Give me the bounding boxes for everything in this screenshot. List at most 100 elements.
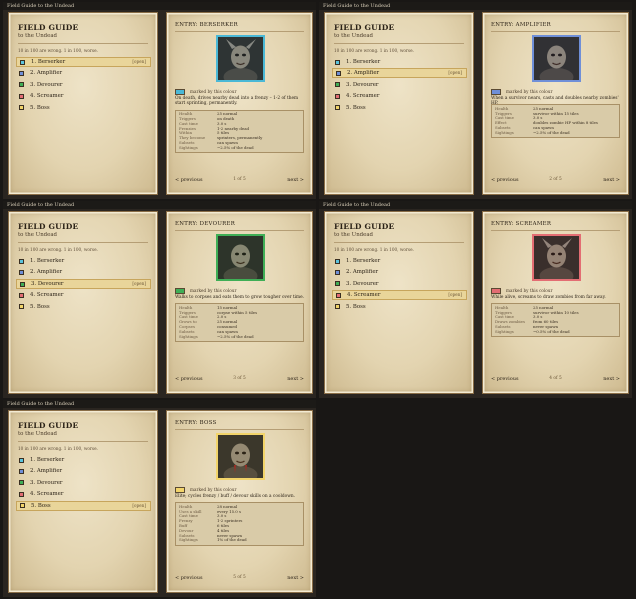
color-swatch (335, 258, 340, 264)
color-swatch (335, 105, 340, 111)
divider (491, 31, 620, 32)
stat-value: 1% of the dead (217, 537, 247, 543)
list-item[interactable]: 2. Amplifier (16, 68, 151, 78)
divider (175, 31, 304, 32)
list-item-label: 1. Berserker (30, 258, 65, 264)
stat-value: ~0.5% of the dead (533, 328, 570, 334)
list-item-label: 2. Amplifier (346, 269, 379, 276)
index-page: FIELD GUIDE to the Undead 10 in 100 are wr… (8, 12, 158, 195)
stats-table: Health 25 normal Triggers survivor within 1… (491, 104, 620, 139)
entry-list: 1. Berserker 2. Amplifier [open] 3. Devoure… (332, 57, 467, 114)
list-item[interactable]: 3. Devourer (16, 478, 151, 488)
list-item-label: 1. Berserker (346, 59, 381, 65)
zombie-portrait (216, 35, 265, 82)
index-page: FIELD GUIDE to the Undead 10 in 100 are wr… (8, 211, 158, 394)
guide-window: Field Guide to the Undead FIELD GUIDE to t… (3, 400, 316, 597)
stat-name: Sightings (179, 333, 198, 339)
stats-row: Sightings ~2.5% of the dead (495, 129, 616, 136)
list-item[interactable]: 3. Devourer (332, 279, 467, 289)
legend-text: marked by this colour (506, 288, 553, 293)
list-item[interactable]: 2. Amplifier (16, 267, 151, 277)
legend-text: marked by this colour (190, 288, 237, 293)
list-item-label: 4. Screamer (30, 491, 64, 498)
list-item[interactable]: 2. Amplifier (16, 466, 151, 476)
list-item-label: 3. Devourer (30, 479, 63, 486)
list-item[interactable]: 3. Devourer [open] (16, 278, 151, 289)
list-item[interactable]: 5. Boss (16, 103, 151, 113)
legend-swatch (491, 288, 501, 294)
page-navigation: < previous 4 of 5 next > (491, 376, 620, 384)
color-swatch (19, 93, 24, 99)
list-item[interactable]: 1. Berserker (332, 57, 467, 67)
zombie-portrait (216, 234, 265, 281)
list-item[interactable]: 1. Berserker [open] (16, 57, 151, 67)
stat-name: Sightings (495, 129, 514, 135)
list-item[interactable]: 1. Berserker (16, 455, 151, 465)
list-item-label: 5. Boss (346, 303, 366, 310)
legend-swatch (175, 288, 185, 294)
entry-description: While alive, screams to draw zombies fro… (491, 295, 606, 300)
list-item[interactable]: 2. Amplifier [open] (332, 68, 467, 79)
legend-text: marked by this colour (190, 89, 237, 94)
guide-title: FIELD GUIDE (18, 23, 79, 32)
list-item-label: 5. Boss (30, 303, 50, 310)
next-button[interactable]: next > (603, 376, 620, 382)
guide-subtitle: to the Undead (18, 33, 57, 39)
stats-row: Sightings ~2.5% of the dead (179, 333, 300, 340)
next-button[interactable]: next > (287, 177, 304, 183)
window-title: Field Guide to the Undead (3, 201, 316, 209)
legend-text: marked by this colour (506, 89, 553, 94)
guide-subtitle: to the Undead (18, 431, 57, 437)
zombie-portrait (216, 433, 265, 480)
guide-title: FIELD GUIDE (334, 222, 395, 231)
stat-name: Sightings (179, 537, 198, 543)
color-swatch (19, 491, 24, 497)
divider (175, 429, 304, 430)
entry-heading: ENTRY: AMPLIFIER (491, 22, 551, 28)
list-item[interactable]: 5. Boss [open] (16, 500, 151, 511)
list-item[interactable]: 4. Screamer (332, 91, 467, 101)
list-item[interactable]: 5. Boss (332, 302, 467, 312)
list-item-label: 5. Boss (31, 502, 51, 509)
list-item-label: 1. Berserker (346, 258, 381, 264)
stat-name: Sightings (179, 144, 198, 150)
list-item[interactable]: 1. Berserker (332, 256, 467, 266)
window-title: Field Guide to the Undead (319, 2, 632, 10)
list-item[interactable]: 2. Amplifier (332, 267, 467, 277)
list-item[interactable]: 3. Devourer (16, 80, 151, 90)
colour-legend: marked by this colour (175, 487, 237, 493)
entry-description: Elite; cycles frenzy / buff / devour ski… (175, 494, 296, 499)
entry-list: 1. Berserker 2. Amplifier 3. Devourer 4. Sc… (332, 256, 467, 313)
list-item[interactable]: 5. Boss (16, 302, 151, 312)
next-button[interactable]: next > (287, 376, 304, 382)
color-swatch (336, 292, 341, 298)
color-swatch (20, 503, 25, 509)
page-navigation: < previous 3 of 5 next > (175, 376, 304, 384)
colour-legend: marked by this colour (175, 89, 237, 95)
color-swatch (19, 292, 24, 298)
list-item[interactable]: 5. Boss (332, 103, 467, 113)
colour-legend: marked by this colour (491, 89, 553, 95)
list-item-label: 3. Devourer (30, 81, 63, 88)
next-button[interactable]: next > (603, 177, 620, 183)
list-item[interactable]: 4. Screamer (16, 489, 151, 499)
color-swatch (335, 59, 340, 65)
list-item[interactable]: 4. Screamer [open] (332, 290, 467, 301)
list-item[interactable]: 4. Screamer (16, 91, 151, 101)
index-page: FIELD GUIDE to the Undead 10 in 100 are wr… (324, 211, 474, 394)
legend-swatch (491, 89, 501, 95)
color-swatch (19, 269, 24, 275)
list-item-label: 5. Boss (30, 104, 50, 111)
color-swatch (19, 480, 24, 486)
entry-page: ENTRY: AMPLIFIER marked by this colour Whe… (482, 12, 629, 195)
guide-note: 10 in 100 are wrong. 1 in 100, worse. (18, 48, 98, 53)
list-item-label: 3. Devourer (346, 280, 379, 287)
list-item[interactable]: 4. Screamer (16, 290, 151, 300)
stats-row: Sightings ~2.5% of the dead (179, 144, 300, 151)
list-item[interactable]: 1. Berserker (16, 256, 151, 266)
page-navigation: < previous 2 of 5 next > (491, 177, 620, 185)
color-swatch (335, 93, 340, 99)
next-button[interactable]: next > (287, 575, 304, 581)
list-item[interactable]: 3. Devourer (332, 80, 467, 90)
divider (18, 441, 148, 442)
